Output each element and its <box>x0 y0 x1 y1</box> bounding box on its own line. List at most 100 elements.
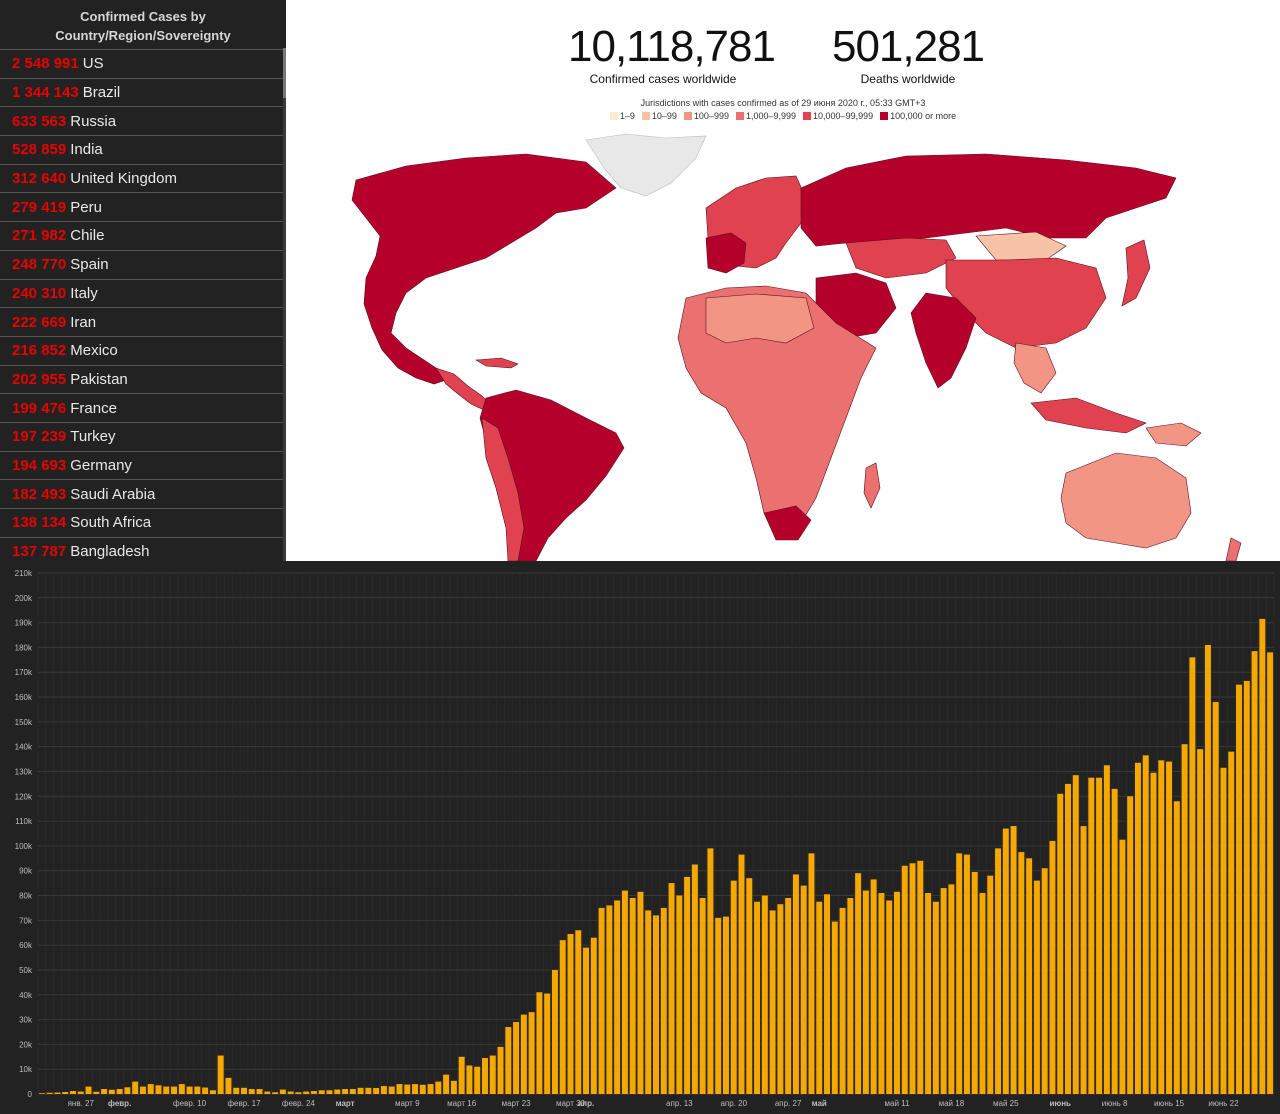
data-bar <box>1150 772 1157 1094</box>
data-bar <box>163 1086 170 1094</box>
data-bar <box>450 1080 457 1094</box>
data-bar <box>629 898 636 1094</box>
country-row[interactable]: 279 419 Peru <box>0 193 283 223</box>
data-bar <box>785 898 792 1094</box>
deaths-stat: 501,281 Deaths worldwide <box>818 22 998 86</box>
data-bar <box>46 1092 53 1094</box>
country-row[interactable]: 137 787 Bangladesh <box>0 538 283 561</box>
legend-label: 10–99 <box>651 111 677 121</box>
country-row[interactable]: 216 852 Mexico <box>0 337 283 366</box>
country-row[interactable]: 528 859 India <box>0 136 283 165</box>
map-central-america <box>435 367 493 411</box>
country-row[interactable]: 271 982 Chile <box>0 222 283 251</box>
x-tick-label: февр. 24 <box>282 1099 316 1108</box>
data-bar <box>583 947 590 1094</box>
deaths-label: Deaths worldwide <box>860 72 956 86</box>
data-bar <box>178 1084 185 1094</box>
x-tick-label: февр. 17 <box>227 1099 261 1108</box>
data-bar <box>116 1089 123 1094</box>
y-tick-label: 0 <box>28 1090 33 1099</box>
country-cases: 1 344 143 <box>12 84 79 102</box>
country-row[interactable]: 633 563 Russia <box>0 107 283 137</box>
data-bar <box>1119 839 1126 1094</box>
country-row[interactable]: 312 640 United Kingdom <box>0 165 283 194</box>
legend-title: Jurisdictions with cases confirmed as of… <box>640 98 926 108</box>
country-row[interactable]: 1 344 143 Brazil <box>0 79 283 108</box>
x-tick-label: февр. <box>108 1099 131 1108</box>
country-row[interactable]: 248 770 Spain <box>0 251 283 280</box>
country-name: Iran <box>70 313 97 331</box>
data-bar <box>699 898 706 1094</box>
x-tick-label: март 9 <box>395 1099 420 1108</box>
data-bar <box>777 904 784 1094</box>
country-row[interactable]: 138 134 South Africa <box>0 509 283 538</box>
legend-swatch <box>641 112 650 120</box>
country-row[interactable]: 240 310 Italy <box>0 280 283 309</box>
country-row[interactable]: 222 669 Iran <box>0 308 283 337</box>
data-bar <box>769 910 776 1094</box>
data-bar <box>684 876 691 1094</box>
map-panel: 10,118,781 Confirmed cases worldwide 501… <box>286 0 1280 561</box>
country-cases: 279 419 <box>12 198 67 216</box>
y-tick-label: 100k <box>15 842 33 851</box>
panel-title: Confirmed Cases by Country/Region/Sovere… <box>0 0 286 50</box>
country-row[interactable]: 182 493 Saudi Arabia <box>0 480 283 509</box>
data-bar <box>435 1081 442 1094</box>
map-australia <box>1060 452 1192 549</box>
legend-label: 1,000–9,999 <box>745 111 797 121</box>
data-bar <box>295 1092 302 1094</box>
y-tick-label: 20k <box>19 1040 33 1049</box>
country-cases: 138 134 <box>12 514 67 532</box>
country-cases: 182 493 <box>12 485 67 503</box>
y-tick-label: 60k <box>19 941 33 950</box>
data-bar <box>520 1014 527 1094</box>
legend-swatch <box>735 112 744 120</box>
map-new-zealand <box>1225 537 1242 561</box>
x-tick-label: апр. 20 <box>720 1099 747 1108</box>
legend-swatch <box>880 112 889 120</box>
country-row[interactable]: 197 239 Turkey <box>0 423 283 452</box>
country-name: France <box>70 399 117 417</box>
data-bar <box>847 898 854 1094</box>
country-row[interactable]: 199 476 France <box>0 394 283 423</box>
data-bar <box>1080 826 1087 1094</box>
data-bar <box>209 1090 216 1094</box>
country-name: Saudi Arabia <box>70 485 156 503</box>
data-bar <box>909 863 916 1094</box>
y-tick-label: 40k <box>19 991 33 1000</box>
data-bar <box>971 871 978 1094</box>
legend-item: 1–9 <box>609 111 635 121</box>
y-tick-label: 180k <box>15 643 33 652</box>
country-cases: 137 787 <box>12 543 67 561</box>
country-name: Germany <box>70 456 132 474</box>
country-cases: 222 669 <box>12 313 67 331</box>
data-bar <box>567 933 574 1094</box>
country-list: 2 548 991 US 1 344 143 Brazil 633 563 Russia 5… <box>0 50 283 561</box>
data-bar <box>124 1087 131 1094</box>
data-bar <box>870 879 877 1094</box>
data-bar <box>995 848 1002 1094</box>
data-bar <box>225 1077 232 1094</box>
y-tick-label: 160k <box>15 693 33 702</box>
data-bar <box>365 1087 372 1094</box>
data-bar <box>839 907 846 1094</box>
y-tick-label: 90k <box>19 867 33 876</box>
country-row[interactable]: 2 548 991 US <box>0 50 283 79</box>
data-bar <box>940 888 947 1094</box>
confirmed-label: Confirmed cases worldwide <box>589 72 737 86</box>
country-name: Peru <box>70 198 102 216</box>
data-bar <box>606 905 613 1094</box>
data-bar <box>901 865 908 1094</box>
data-bar <box>466 1065 473 1094</box>
data-bar <box>987 875 994 1094</box>
data-bar <box>893 891 900 1094</box>
map-north-america <box>351 153 617 385</box>
data-bar <box>862 890 869 1094</box>
data-bar <box>77 1091 84 1094</box>
data-bar <box>264 1091 271 1094</box>
data-bar <box>1204 644 1211 1094</box>
country-row[interactable]: 202 955 Pakistan <box>0 366 283 395</box>
country-row[interactable]: 194 693 Germany <box>0 452 283 481</box>
map-caribbean <box>475 357 519 369</box>
data-bar <box>233 1087 240 1094</box>
